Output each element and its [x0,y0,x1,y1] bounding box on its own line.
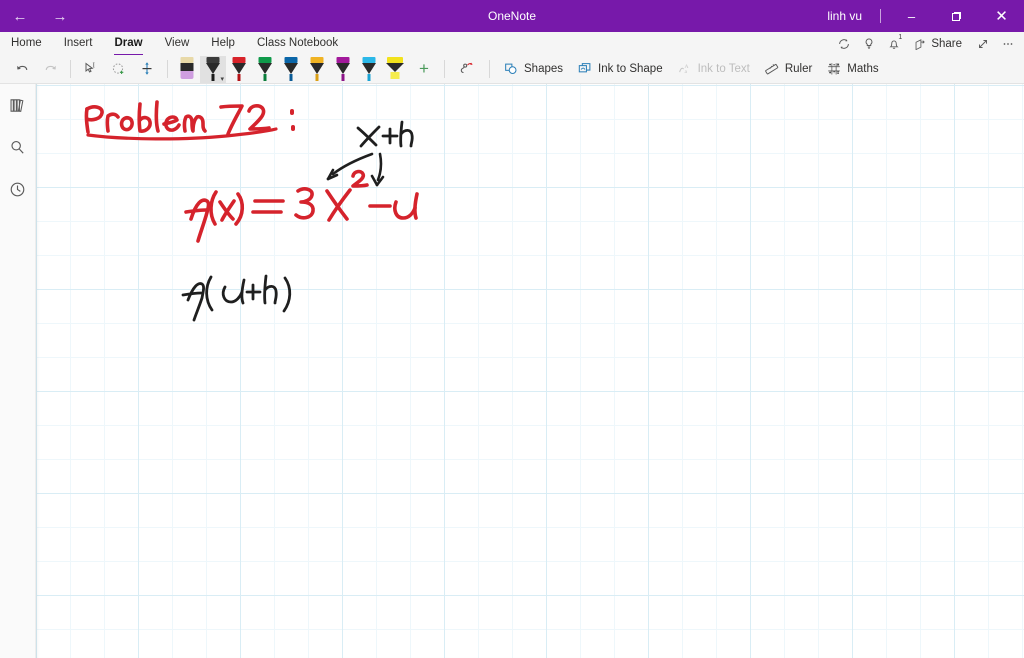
ink-to-shape-button[interactable]: Ink to Shape [570,56,670,83]
ink-colour-button[interactable] [451,56,483,83]
recent-icon[interactable] [5,176,31,202]
maths-label: Maths [847,63,879,75]
bell-icon[interactable]: 1 [881,32,906,55]
ink-to-text-icon: A a [678,64,689,75]
tab-draw[interactable]: Draw [103,32,153,56]
ink-title-problem-72 [84,100,295,141]
add-pen-button[interactable]: + [410,56,438,83]
pen-blue[interactable] [278,56,304,83]
undo-button[interactable] [8,56,36,83]
minimize-button[interactable]: – [889,0,934,32]
pen-tip [237,73,241,81]
ruler-label: Ruler [784,63,813,75]
restore-icon [952,11,961,21]
share-label: Share [931,37,962,50]
ribbon-tab-bar: Home Insert Draw View Help Class Noteboo… [0,32,1024,56]
ink-annotation-x-plus-h [356,120,414,148]
pen-red[interactable] [226,56,252,83]
ruler-icon [764,63,779,75]
ink-to-shape-icon [578,63,591,73]
shapes-button[interactable]: Shapes [496,56,570,83]
tab-class-notebook[interactable]: Class Notebook [246,32,349,55]
ink-to-text-button[interactable]: A a Ink to Text [670,56,757,83]
pen-tip [367,73,371,81]
window-controls: linh vu – ✕ [817,0,1024,32]
tab-home[interactable]: Home [0,32,53,55]
pen-tip [263,73,267,81]
maximize-restore-button[interactable] [934,0,979,32]
pen-tip [315,73,319,81]
ink-layer [84,100,419,322]
svg-text:I: I [93,61,96,70]
pen-tip [390,71,400,79]
pen-tip [341,73,345,81]
pen-tip [289,73,293,81]
highlighter-yellow[interactable] [382,56,408,83]
maths-icon [828,63,841,75]
tab-help[interactable]: Help [200,32,246,55]
draw-toolbar: I ▾ + Shapes Ink to Shape A a Ink to Tex… [0,55,1024,84]
back-button[interactable]: ← [0,0,40,32]
tab-view[interactable]: View [154,32,201,55]
select-ink-text-button[interactable]: I [77,56,105,83]
pen-body [258,62,272,74]
pen-body [310,62,324,74]
search-icon[interactable] [5,134,31,160]
maths-button[interactable]: Maths [819,56,885,83]
pen-green[interactable] [252,56,278,83]
add-pen-label: + [419,59,429,78]
chevron-down-icon[interactable]: ▾ [220,75,224,83]
pen-body [284,62,298,74]
account-name[interactable]: linh vu [817,0,872,32]
ruler-button[interactable]: Ruler [757,56,819,83]
pen-tip [211,73,215,81]
pen-black[interactable]: ▾ [200,55,226,83]
pen-gold[interactable] [304,56,330,83]
toolbar-divider-4 [489,60,490,78]
lasso-select-button[interactable] [105,56,133,83]
ink-to-text-label: Ink to Text [697,63,750,75]
pen-highlighter-eraser[interactable] [174,56,200,83]
toolbar-divider-3 [444,60,445,78]
pen-body [206,62,220,74]
svg-text:a: a [684,69,687,75]
lightbulb-icon[interactable] [856,32,881,55]
ink-equation-fx [184,169,419,243]
share-icon [915,39,926,50]
toolbar-divider [70,60,71,78]
share-button[interactable]: Share [906,37,970,50]
notification-badge: 1 [898,34,903,41]
sync-icon[interactable] [831,32,856,55]
shapes-label: Shapes [524,63,564,75]
forward-button[interactable]: → [40,0,80,32]
ink-expression-f-x-plus-h [181,274,292,322]
note-page-canvas[interactable]: Problem 72 f(x) = 3x² − x x+h f( x+h ) [36,84,1024,658]
close-button[interactable]: ✕ [979,0,1024,32]
ribbon-right-actions: 1 Share [831,32,1020,55]
expand-icon[interactable] [970,32,995,55]
pen-body [180,62,194,71]
redo-button[interactable] [36,56,64,83]
pen-body [362,62,376,74]
pen-cyan[interactable] [356,56,382,83]
title-bar: ← → OneNote linh vu – ✕ [0,0,1024,32]
ink-to-shape-label: Ink to Shape [598,63,663,75]
pen-body [386,62,404,72]
shapes-icon [505,63,517,75]
navigation-rail [0,84,36,658]
toolbar-divider-2 [167,60,168,78]
pen-magenta[interactable] [330,56,356,83]
ink-arrows [326,152,385,187]
pen-body [232,62,246,74]
notebooks-icon[interactable] [5,92,31,118]
tab-insert[interactable]: Insert [53,32,104,55]
insert-space-button[interactable] [133,56,161,83]
pen-body [336,62,350,74]
titlebar-divider [880,9,881,23]
more-options-icon[interactable] [995,32,1020,55]
pen-tip [180,70,194,79]
